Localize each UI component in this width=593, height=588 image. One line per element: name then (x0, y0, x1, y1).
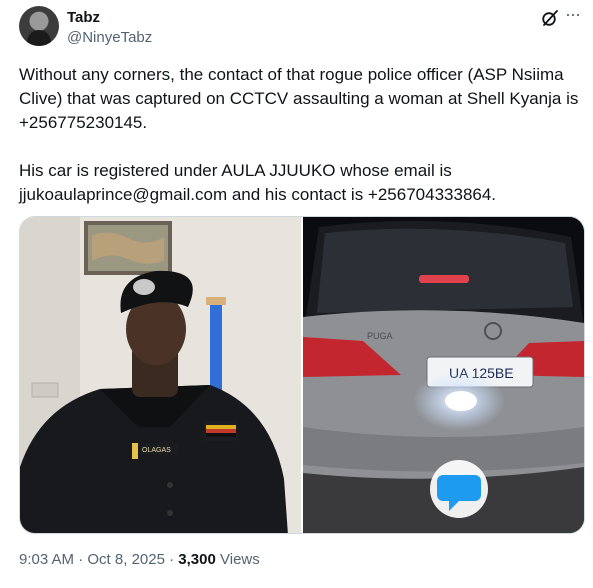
name-badge: OLAGAS (142, 447, 171, 454)
messages-icon[interactable] (430, 460, 488, 518)
tweet-time[interactable]: 9:03 AM (19, 551, 74, 568)
tweet-paragraph: His car is registered under AULA JJUUKO … (19, 161, 497, 204)
more-icon[interactable]: ··· (565, 4, 581, 24)
tweet-text: Without any corners, the contact of that… (19, 63, 579, 207)
meta-separator: · (74, 551, 88, 568)
tweet-meta: 9:03 AM · Oct 8, 2025 · 3,300 Views (19, 551, 260, 568)
tweet-date[interactable]: Oct 8, 2025 (87, 551, 165, 568)
views-label: Views (215, 551, 260, 568)
car-photo[interactable]: UA 125BE PUGA (303, 217, 584, 533)
car-brand-text: PUGA (367, 331, 393, 341)
avatar[interactable] (19, 6, 59, 46)
tweet-paragraph: Without any corners, the contact of that… (19, 65, 584, 132)
car-photo-art: UA 125BE PUGA (303, 217, 584, 533)
officer-photo-art: OLAGAS (20, 217, 301, 533)
grok-icon[interactable] (540, 8, 560, 28)
views-count: 3,300 (178, 551, 216, 568)
author-handle[interactable]: @NinyeTabz (67, 29, 152, 46)
media-grid: OLAGAS UA 125BE PUGA (19, 216, 585, 534)
meta-separator: · (164, 551, 179, 568)
officer-photo[interactable]: OLAGAS (20, 217, 303, 533)
author-name[interactable]: Tabz (67, 9, 100, 26)
